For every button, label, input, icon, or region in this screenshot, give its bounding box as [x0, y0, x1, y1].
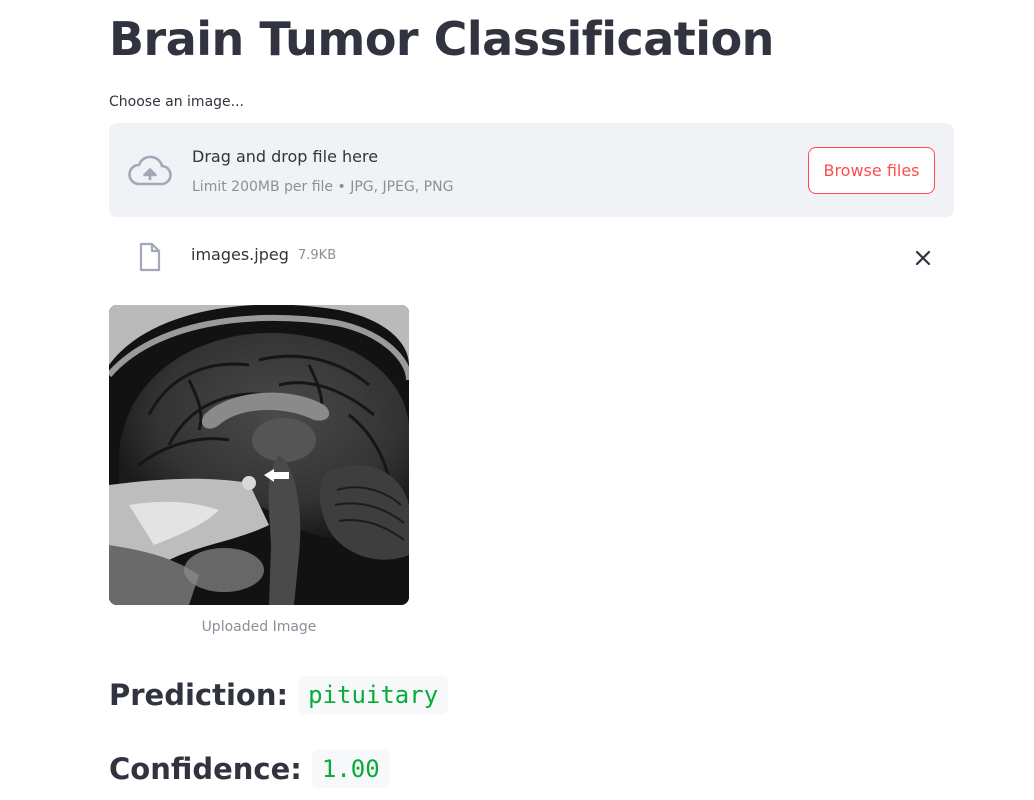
uploaded-file-row: images.jpeg 7.9KB: [109, 236, 954, 278]
prediction-label: Prediction:: [109, 678, 289, 712]
browse-files-button[interactable]: Browse files: [808, 147, 935, 194]
dropzone-limits: Limit 200MB per file • JPG, JPEG, PNG: [192, 179, 454, 195]
file-icon: [139, 242, 161, 272]
remove-file-button[interactable]: [909, 244, 937, 272]
close-icon: [915, 250, 931, 266]
prediction-heading: Prediction: pituitary: [109, 676, 449, 714]
uploaded-image: [109, 305, 409, 605]
page-title: Brain Tumor Classification: [109, 12, 774, 66]
uploader-label: Choose an image...: [109, 94, 244, 110]
file-name: images.jpeg: [191, 245, 289, 264]
confidence-value: 1.00: [311, 750, 390, 788]
file-dropzone[interactable]: Drag and drop file here Limit 200MB per …: [109, 123, 954, 217]
confidence-label: Confidence:: [109, 752, 302, 786]
image-caption: Uploaded Image: [201, 619, 317, 635]
main-container: Brain Tumor Classification Choose an ima…: [0, 0, 1034, 800]
file-size: 7.9KB: [298, 248, 337, 263]
prediction-value: pituitary: [298, 676, 449, 714]
confidence-heading: Confidence: 1.00: [109, 750, 390, 788]
cloud-upload-icon: [128, 155, 172, 186]
dropzone-title: Drag and drop file here: [192, 147, 379, 166]
mri-scan-image: [109, 305, 409, 605]
